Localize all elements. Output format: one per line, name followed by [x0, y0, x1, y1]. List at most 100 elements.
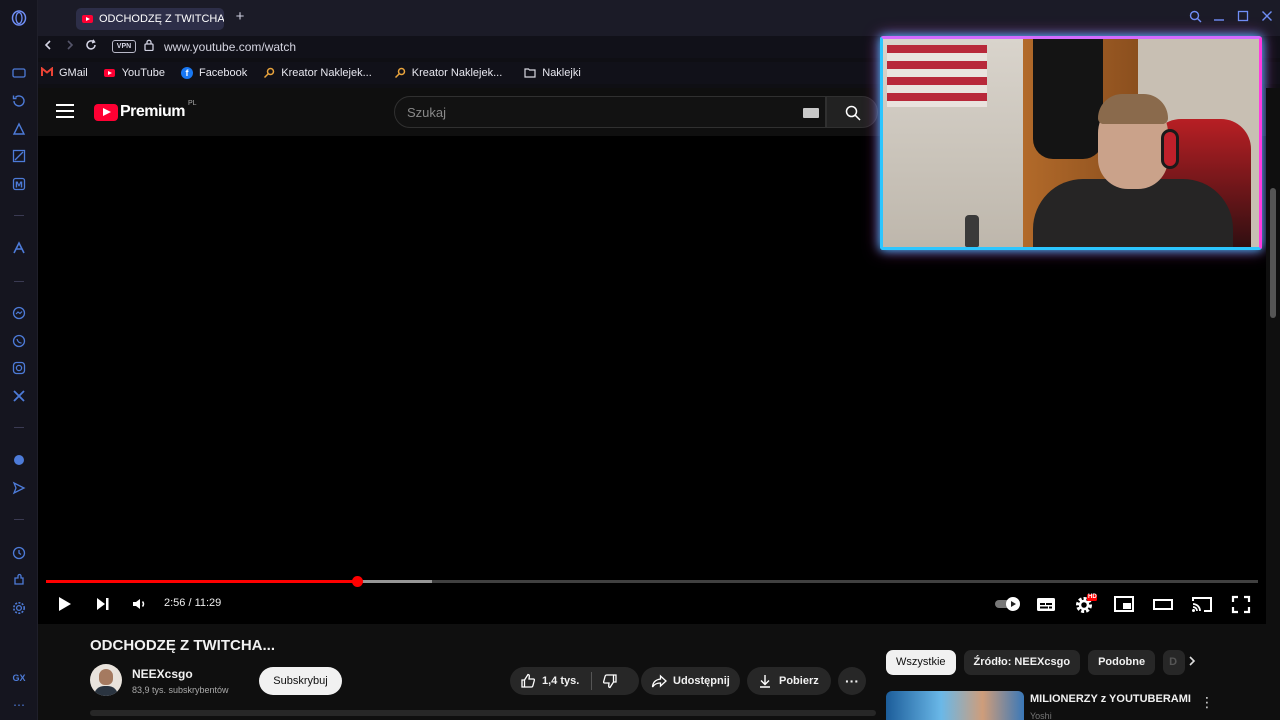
- subscribe-button[interactable]: Subskrybuj: [259, 667, 342, 695]
- search-placeholder: Szukaj: [407, 105, 447, 120]
- gx-control-icon[interactable]: [11, 122, 27, 138]
- play-button[interactable]: [54, 592, 76, 616]
- flag-picture: [887, 45, 987, 107]
- extensions-icon[interactable]: [11, 573, 27, 589]
- headset-icon: [1161, 129, 1179, 169]
- bookmark-kreator-1[interactable]: Kreator Naklejek...: [263, 67, 372, 79]
- tab-bar: ODCHODZĘ Z TWITCHA... +: [38, 0, 1280, 36]
- settings-icon[interactable]: [11, 601, 27, 617]
- maximize-icon[interactable]: [1236, 10, 1250, 24]
- x-twitter-icon[interactable]: [11, 389, 27, 405]
- music-player-icon[interactable]: M: [11, 177, 27, 193]
- autoplay-toggle[interactable]: [994, 592, 1020, 616]
- more-icon[interactable]: ⋯: [11, 697, 27, 713]
- like-button[interactable]: 1,4 tys.: [510, 673, 579, 689]
- chip-related[interactable]: Podobne: [1088, 650, 1156, 675]
- chevron-right-icon[interactable]: [1184, 654, 1200, 670]
- history-icon[interactable]: [11, 94, 27, 110]
- bookmark-gmail[interactable]: GMail: [41, 66, 88, 79]
- back-icon[interactable]: [40, 39, 56, 55]
- watch-metadata: ODCHODZĘ Z TWITCHA... NEEXcsgo 83,9 tys.…: [38, 624, 1266, 720]
- twitch-icon[interactable]: [11, 453, 27, 469]
- kebab-menu-icon[interactable]: ⋮: [1200, 694, 1214, 710]
- recommendation-channel[interactable]: Yoshi: [1030, 711, 1052, 720]
- search-icon: [845, 105, 861, 121]
- channel-name[interactable]: NEEXcsgo: [132, 667, 193, 681]
- whatsapp-icon[interactable]: [11, 334, 27, 350]
- reload-icon[interactable]: [83, 39, 99, 55]
- volume-button[interactable]: [129, 592, 151, 616]
- messenger-icon[interactable]: [11, 306, 27, 322]
- subtitles-button[interactable]: [1033, 592, 1059, 616]
- browser-sidebar: M GX ⋯: [0, 0, 38, 720]
- player-right-controls: HD: [994, 592, 1254, 616]
- instagram-icon[interactable]: [11, 361, 27, 377]
- chip-source[interactable]: Źródło: NEEXcsgo: [963, 650, 1081, 675]
- fullscreen-button[interactable]: [1228, 592, 1254, 616]
- svg-text:M: M: [15, 181, 23, 190]
- share-button[interactable]: Udostępnij: [641, 667, 740, 695]
- gx-label: GX: [12, 673, 26, 683]
- bookmark-kreator-2[interactable]: Kreator Naklejek...: [394, 67, 502, 79]
- progress-scrubber[interactable]: [352, 576, 364, 587]
- settings-button[interactable]: HD: [1072, 592, 1098, 616]
- youtube-icon: [104, 67, 116, 79]
- recommendation-title[interactable]: MILIONERZY z YOUTUBERAMI: [1030, 693, 1191, 705]
- dislike-button[interactable]: [592, 673, 624, 689]
- youtube-favicon-icon: [82, 15, 93, 23]
- send-icon[interactable]: [11, 481, 27, 497]
- search-icon[interactable]: [1188, 10, 1202, 24]
- chip-partial[interactable]: D: [1163, 650, 1186, 675]
- clock-icon[interactable]: [11, 546, 27, 562]
- miniplayer-icon: [1114, 596, 1134, 612]
- url-field[interactable]: www.youtube.com/watch: [164, 39, 296, 55]
- recommendation-thumbnail[interactable]: [886, 691, 1024, 720]
- hd-badge: HD: [1088, 594, 1097, 600]
- more-icon: ···: [845, 673, 859, 689]
- youtube-logo-icon: [94, 103, 118, 121]
- folder-icon: [524, 67, 536, 79]
- description-box[interactable]: [90, 710, 876, 716]
- bookmark-facebook[interactable]: f Facebook: [180, 67, 247, 79]
- bookmark-folder-naklejki[interactable]: Naklejki: [524, 67, 581, 79]
- scrollbar-thumb[interactable]: [1270, 188, 1276, 318]
- webcam-overlay: [880, 36, 1262, 250]
- theater-mode-button[interactable]: [1150, 592, 1176, 616]
- close-icon[interactable]: [1260, 10, 1274, 24]
- search-input[interactable]: Szukaj: [394, 96, 826, 128]
- tab-title: ODCHODZĘ Z TWITCHA...: [99, 13, 224, 25]
- vpn-badge[interactable]: VPN: [112, 40, 136, 53]
- lock-icon[interactable]: [144, 39, 156, 55]
- next-button[interactable]: [92, 592, 114, 616]
- subscriber-count: 83,9 tys. subskrybentów: [132, 685, 229, 695]
- menu-icon[interactable]: [56, 104, 74, 118]
- download-button[interactable]: Pobierz: [747, 667, 831, 695]
- gmail-icon: [41, 66, 53, 79]
- page-scrollbar[interactable]: [1266, 88, 1280, 720]
- keyboard-icon[interactable]: [803, 108, 819, 118]
- search-button[interactable]: [826, 96, 878, 128]
- facebook-icon: f: [180, 67, 193, 79]
- minimize-icon[interactable]: [1212, 10, 1226, 24]
- play-icon: [59, 597, 71, 611]
- key-icon: [263, 67, 275, 79]
- forward-icon[interactable]: [62, 39, 78, 55]
- aria-icon[interactable]: [11, 241, 27, 257]
- time-display: 2:56 / 11:29: [164, 597, 222, 609]
- miniplayer-button[interactable]: [1111, 592, 1137, 616]
- tab-islands-icon[interactable]: [11, 66, 27, 82]
- window-controls: [1188, 10, 1274, 24]
- avatar[interactable]: [90, 664, 122, 696]
- download-icon: [760, 675, 770, 688]
- tab-active[interactable]: ODCHODZĘ Z TWITCHA...: [76, 8, 224, 30]
- chip-all[interactable]: Wszystkie: [886, 650, 956, 675]
- fullscreen-icon: [1231, 595, 1251, 614]
- opera-logo-icon[interactable]: [11, 10, 27, 26]
- more-actions-button[interactable]: ···: [838, 667, 866, 695]
- cast-button[interactable]: [1189, 592, 1215, 616]
- youtube-logo[interactable]: Premium PL: [94, 100, 197, 121]
- gx-corner-icon[interactable]: [11, 149, 27, 165]
- progress-bar[interactable]: [46, 576, 1258, 587]
- bookmark-youtube[interactable]: YouTube: [104, 67, 165, 79]
- new-tab-button[interactable]: +: [233, 9, 247, 24]
